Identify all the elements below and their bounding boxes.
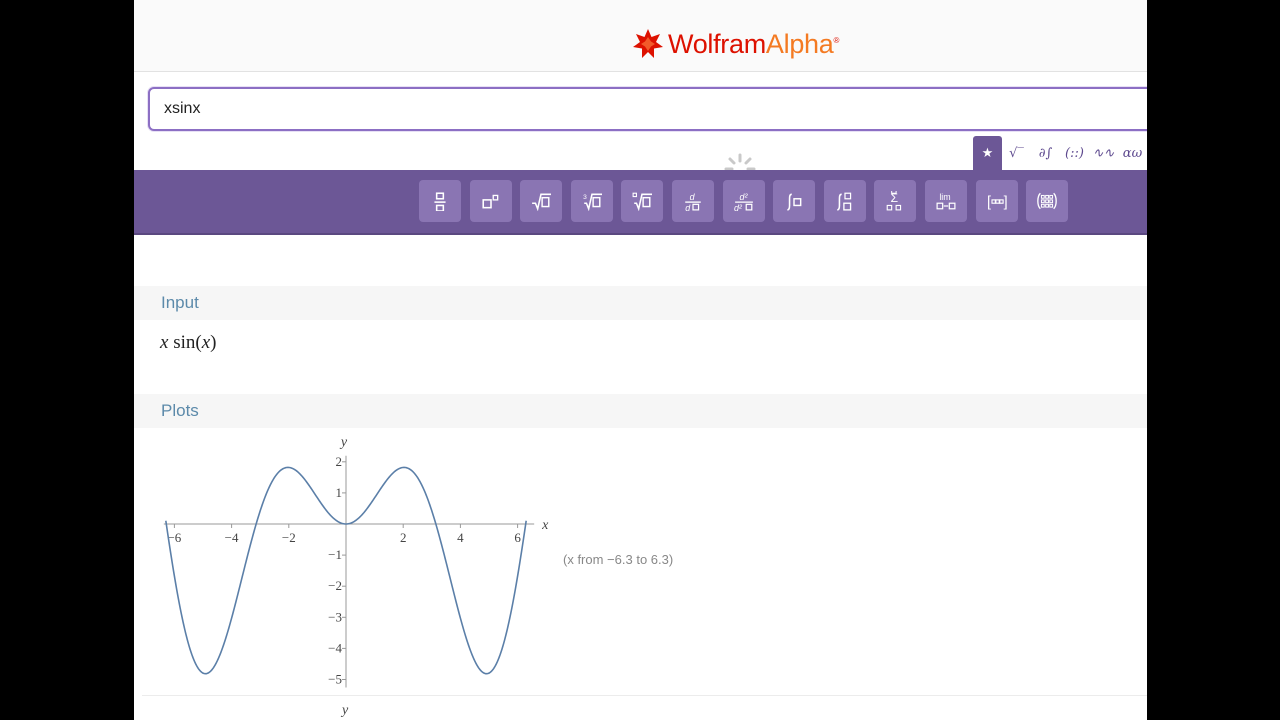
- x-axis-label: x: [541, 518, 549, 533]
- integral-icon: [787, 193, 802, 211]
- y-tick-label: −3: [328, 609, 342, 624]
- logo-text: WolframAlpha®: [668, 29, 839, 60]
- sum-icon: Σ: [887, 191, 902, 211]
- math-input-toolbar: 3 dd d²d² Σlim []: [134, 170, 1147, 235]
- sqrt-icon[interactable]: √‾: [1002, 136, 1031, 170]
- svg-text:d: d: [690, 192, 696, 202]
- wave-icon[interactable]: ∿∿: [1089, 136, 1118, 170]
- greek-icon[interactable]: αω: [1118, 136, 1147, 170]
- definite-integral-button[interactable]: [823, 180, 866, 222]
- plot-range-label: (x from −6.3 to 6.3): [563, 552, 674, 567]
- wolfram-spikey-icon: [633, 29, 663, 58]
- matrix-icon[interactable]: (::): [1060, 136, 1089, 170]
- matrix-grid-icon: [1037, 192, 1058, 210]
- star-icon[interactable]: ★: [973, 136, 1002, 170]
- logo-alpha: Alpha: [765, 28, 834, 59]
- derivative-icon: dd: [685, 192, 701, 211]
- y-tick-label: −4: [328, 640, 342, 655]
- input-close: ): [210, 332, 217, 353]
- nth-root-icon: [632, 192, 653, 211]
- fraction-button[interactable]: [419, 180, 461, 222]
- nth-root-button[interactable]: [621, 180, 664, 222]
- input-pod-title: Input: [134, 286, 1147, 320]
- svg-text:d²: d²: [739, 192, 748, 202]
- svg-text:lim: lim: [939, 192, 950, 202]
- second-derivative-icon: d²d²: [734, 192, 753, 211]
- y-tick-label: 2: [336, 454, 343, 469]
- x-tick-label: −4: [225, 530, 239, 545]
- list-icon: []: [987, 195, 1007, 211]
- x-tick-label: −2: [282, 530, 296, 545]
- search-box[interactable]: [148, 87, 1147, 131]
- list-button[interactable]: []: [975, 180, 1018, 222]
- cube-root-button[interactable]: 3: [570, 180, 613, 222]
- square-root-button[interactable]: [520, 180, 563, 222]
- superscript-icon: [482, 194, 498, 209]
- svg-text:d²: d²: [734, 203, 743, 211]
- search-input[interactable]: [164, 89, 1064, 129]
- y-tick-label: −5: [328, 672, 342, 687]
- derivative-button[interactable]: dd: [672, 180, 714, 222]
- cube-root-icon: 3: [583, 193, 602, 211]
- input-arg: x: [201, 332, 211, 353]
- partial-integral-icon[interactable]: ∂∫: [1031, 136, 1060, 170]
- svg-text:3: 3: [583, 194, 587, 201]
- pod-divider: [142, 695, 1147, 696]
- definite-integral-icon: [836, 192, 852, 211]
- svg-text:d: d: [685, 203, 691, 211]
- integral-button[interactable]: [773, 180, 816, 222]
- x-tick-label: 6: [514, 530, 521, 545]
- logo-wolfram: Wolfram: [668, 28, 766, 59]
- sum-button[interactable]: Σ: [874, 180, 917, 222]
- fraction-icon: [434, 192, 446, 211]
- superscript-button[interactable]: [469, 180, 512, 222]
- wolfram-alpha-logo[interactable]: WolframAlpha®: [632, 26, 839, 62]
- page: WolframAlpha® ★√‾∂∫(::)∿∿αω 3ddd²d²Σlim[…: [134, 0, 1147, 720]
- matrix-grid-button[interactable]: [1026, 180, 1069, 222]
- svg-text:]: ]: [1003, 195, 1006, 211]
- registered-mark: ®: [833, 35, 840, 45]
- y-tick-label: −2: [328, 578, 342, 593]
- input-fn: sin(: [168, 332, 202, 353]
- header: WolframAlpha®: [134, 0, 1147, 72]
- y-tick-label: −1: [328, 547, 342, 562]
- input-mode-tabs: ★ √‾ ∂∫ (::) ∿∿ αω: [973, 136, 1147, 170]
- plot-chart[interactable]: −6 −4 −2 2 4 621−1−2−3−4−5xy: [134, 428, 554, 693]
- limit-icon: lim: [936, 192, 956, 210]
- svg-text:[: [: [987, 195, 991, 211]
- x-tick-label: 4: [457, 530, 464, 545]
- limit-button[interactable]: lim: [925, 180, 967, 222]
- y-axis-label: y: [339, 435, 348, 450]
- x-tick-label: 2: [400, 530, 407, 545]
- next-plot-y-label: y: [342, 703, 349, 718]
- y-tick-label: 1: [336, 485, 343, 500]
- second-derivative-button[interactable]: d² d²: [722, 180, 765, 222]
- square-root-icon: [532, 193, 552, 211]
- input-expression: x sin(x): [160, 332, 216, 354]
- plots-pod-title: Plots: [134, 394, 1147, 428]
